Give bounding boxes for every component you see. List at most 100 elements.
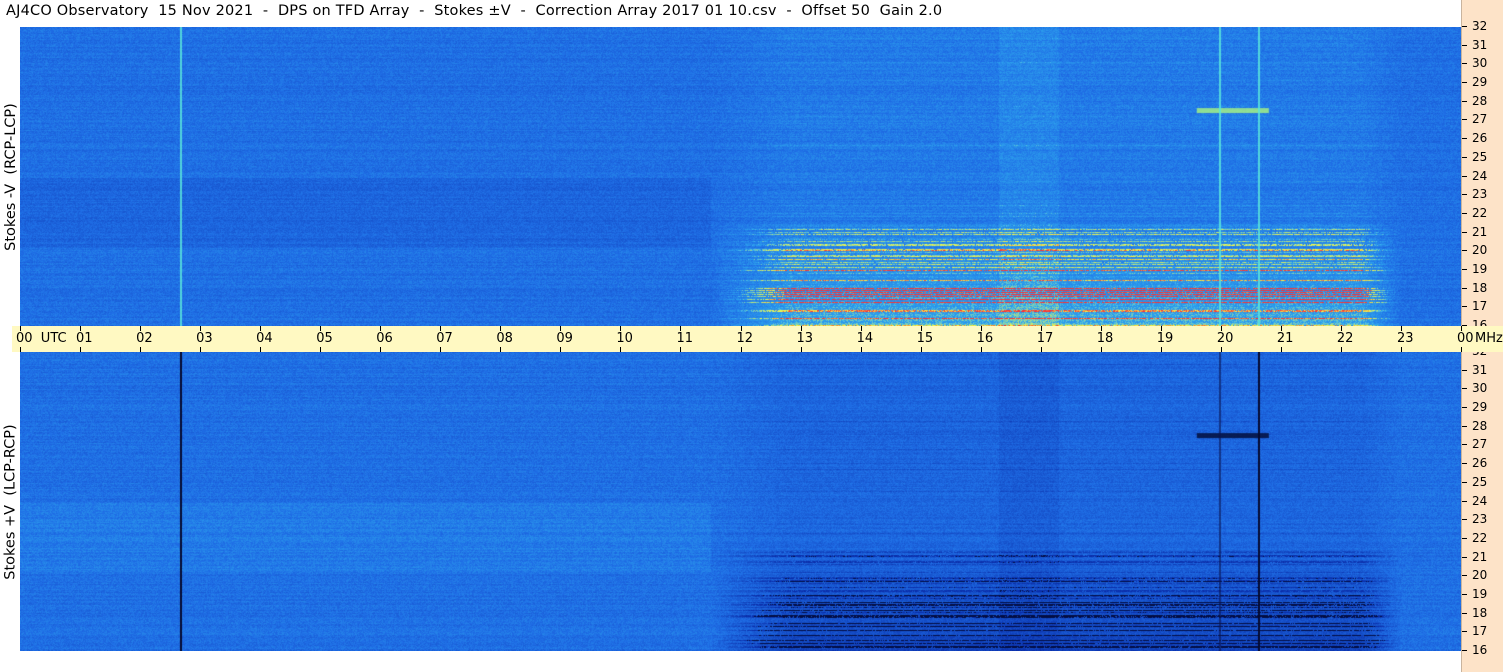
- time-tick-label: 20: [1216, 331, 1234, 346]
- freq-tick: 20: [1462, 243, 1503, 258]
- freq-tick: 19: [1462, 586, 1503, 602]
- frequency-axis-bottom: 3231302928272625242322212019181716: [1461, 344, 1503, 672]
- tick-mark: [140, 347, 142, 352]
- freq-tick-label: 20: [1472, 243, 1488, 258]
- tick-mark: [1462, 138, 1467, 140]
- time-tick-label: 10: [616, 331, 633, 346]
- tick-mark: [560, 347, 562, 352]
- freq-tick-label: 27: [1472, 437, 1488, 452]
- freq-tick: 18: [1462, 605, 1503, 621]
- time-tick-label: 22: [1336, 331, 1354, 346]
- freq-tick-label: 31: [1472, 37, 1488, 52]
- freq-tick-label: 28: [1472, 93, 1488, 108]
- tick-mark: [1462, 287, 1467, 289]
- freq-tick-label: 30: [1472, 381, 1488, 396]
- tick-mark: [1400, 347, 1402, 352]
- tick-mark: [1220, 347, 1222, 352]
- freq-tick: 28: [1462, 418, 1503, 434]
- time-tick-label: 09: [556, 331, 573, 346]
- freq-tick: 19: [1462, 261, 1503, 277]
- freq-tick-label: 19: [1472, 261, 1488, 276]
- chart-title: AJ4CO Observatory 15 Nov 2021 - DPS on T…: [6, 3, 943, 19]
- tick-mark: [1340, 347, 1342, 352]
- freq-tick-label: 22: [1472, 530, 1488, 545]
- freq-tick-label: 18: [1472, 605, 1488, 620]
- tick-mark: [1462, 156, 1467, 158]
- freq-tick-label: 21: [1472, 549, 1488, 564]
- freq-tick-label: 26: [1472, 456, 1488, 471]
- tick-mark: [380, 347, 382, 352]
- freq-tick-label: 30: [1472, 56, 1488, 71]
- stokes-minus-v-spectrogram: [20, 27, 1461, 326]
- freq-tick-label: 24: [1472, 168, 1488, 183]
- tick-mark: [1462, 593, 1467, 595]
- freq-tick-label: 23: [1472, 512, 1488, 527]
- time-tick-label: 19: [1156, 331, 1174, 346]
- freq-tick-label: 18: [1472, 280, 1488, 295]
- freq-tick-label: 23: [1472, 187, 1488, 202]
- time-tick-label: 01: [76, 331, 93, 346]
- tick-mark: [1100, 347, 1102, 352]
- spectrogram-canvas-bottom: [20, 352, 1461, 651]
- tick-mark: [1462, 556, 1467, 558]
- time-tick-label: 03: [196, 331, 213, 346]
- freq-tick: 31: [1462, 37, 1503, 53]
- tick-mark: [1462, 100, 1467, 102]
- freq-tick-label: 29: [1472, 400, 1488, 415]
- freq-tick-label: 21: [1472, 224, 1488, 239]
- time-axis-unit: MHz: [1475, 331, 1503, 346]
- tick-mark: [1462, 481, 1467, 483]
- freq-tick-label: 25: [1472, 474, 1488, 489]
- tick-mark: [1462, 26, 1467, 27]
- tick-mark: [1462, 425, 1467, 427]
- freq-tick: 29: [1462, 75, 1503, 90]
- tick-mark: [1462, 650, 1467, 651]
- tick-mark: [1462, 63, 1467, 65]
- tick-mark: [1462, 194, 1467, 196]
- tick-mark: [20, 347, 21, 352]
- freq-tick: 22: [1462, 530, 1503, 546]
- freq-tick: 27: [1462, 112, 1503, 127]
- freq-tick: 24: [1462, 168, 1503, 184]
- tick-mark: [500, 347, 502, 352]
- time-tick-label: 23: [1396, 331, 1414, 346]
- freq-tick-label: 24: [1472, 493, 1488, 508]
- freq-tick-label: 28: [1472, 418, 1488, 433]
- stokes-plus-v-spectrogram: [20, 352, 1461, 651]
- tick-mark: [1462, 268, 1467, 270]
- tick-mark: [920, 347, 922, 352]
- freq-tick-label: 20: [1472, 568, 1488, 583]
- tick-mark: [860, 347, 862, 352]
- tick-mark: [1462, 537, 1467, 539]
- tick-mark: [1280, 347, 1282, 352]
- time-axis: 00 UTC 01 02 03 04 05 06 07 08 09 10 11 12 13 14 15 16 17…: [12, 326, 1503, 352]
- tick-mark: [1462, 212, 1467, 214]
- freq-tick-label: 27: [1472, 112, 1488, 127]
- tick-mark: [1462, 44, 1467, 46]
- freq-tick-label: 16: [1472, 643, 1488, 657]
- freq-tick: 17: [1462, 299, 1503, 314]
- time-tick-label: 15: [916, 331, 934, 346]
- freq-tick: 25: [1462, 474, 1503, 490]
- tick-mark: [1462, 575, 1467, 577]
- freq-tick: 31: [1462, 363, 1503, 378]
- tick-mark: [260, 347, 262, 352]
- freq-tick: 26: [1462, 456, 1503, 471]
- tick-mark: [1462, 231, 1467, 233]
- time-tick-label: 18: [1096, 331, 1114, 346]
- tick-mark: [1462, 631, 1467, 633]
- freq-tick-label: 19: [1472, 586, 1488, 601]
- tick-mark: [1462, 463, 1467, 465]
- time-tick-label: 07: [436, 331, 453, 346]
- time-tick-label: 02: [136, 331, 153, 346]
- tick-mark: [1462, 500, 1467, 502]
- freq-tick-label: 29: [1472, 75, 1488, 90]
- freq-tick-label: 22: [1472, 205, 1488, 220]
- tick-mark: [1040, 347, 1042, 352]
- freq-tick: 25: [1462, 150, 1503, 165]
- freq-tick: 28: [1462, 93, 1503, 109]
- time-tick-label: 11: [676, 331, 693, 346]
- time-tick-label: 05: [316, 331, 333, 346]
- time-tick-label: 00 UTC: [16, 331, 67, 346]
- tick-mark: [1462, 407, 1467, 409]
